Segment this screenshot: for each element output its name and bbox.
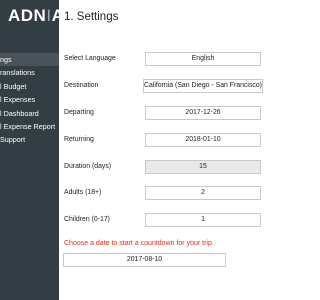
children-label: Children (0-17) bbox=[64, 216, 110, 223]
countdown-hint: Choose a date to start a countdown for y… bbox=[64, 240, 214, 247]
duration-label: Duration (days) bbox=[64, 163, 112, 170]
sidebar-item-support[interactable]: Support bbox=[0, 133, 59, 146]
departing-date-field[interactable]: 2017-12-26 bbox=[145, 106, 261, 120]
adults-field[interactable]: 2 bbox=[145, 186, 261, 200]
countdown-date-field[interactable]: 2017-08-10 bbox=[63, 253, 226, 267]
departing-label: Departing bbox=[64, 109, 94, 116]
children-field[interactable]: 1 bbox=[145, 213, 261, 227]
settings-panel: 1. Settings Select Language English Dest… bbox=[59, 0, 300, 300]
app-logo: ADNIA bbox=[8, 6, 59, 26]
returning-date-field[interactable]: 2018-01-10 bbox=[145, 133, 261, 147]
adults-label: Adults (18+) bbox=[64, 189, 102, 196]
sidebar-nav: ngs ranslations l Budget l Expenses l Da… bbox=[0, 53, 59, 147]
returning-label: Returning bbox=[64, 136, 94, 143]
logo-text-tail: A bbox=[51, 6, 59, 25]
logo-text-main: ADN bbox=[8, 6, 47, 25]
sidebar-item-expenses[interactable]: l Expenses bbox=[0, 93, 59, 106]
sidebar-item-expense-report[interactable]: l Expense Report bbox=[0, 120, 59, 133]
language-label: Select Language bbox=[64, 55, 116, 62]
sidebar-item-settings[interactable]: ngs bbox=[0, 53, 59, 67]
sidebar-item-budget[interactable]: l Budget bbox=[0, 80, 59, 93]
destination-label: Destination bbox=[64, 82, 99, 89]
destination-select[interactable]: California (San Diego - San Francisco) bbox=[143, 79, 263, 93]
sidebar-item-translations[interactable]: ranslations bbox=[0, 66, 59, 79]
page-title: 1. Settings bbox=[64, 11, 119, 23]
duration-value: 15 bbox=[145, 160, 261, 174]
language-select[interactable]: English bbox=[145, 52, 261, 66]
sidebar-item-dashboard[interactable]: l Dashboard bbox=[0, 107, 59, 120]
sidebar: ADNIA ngs ranslations l Budget l Expense… bbox=[0, 0, 59, 300]
